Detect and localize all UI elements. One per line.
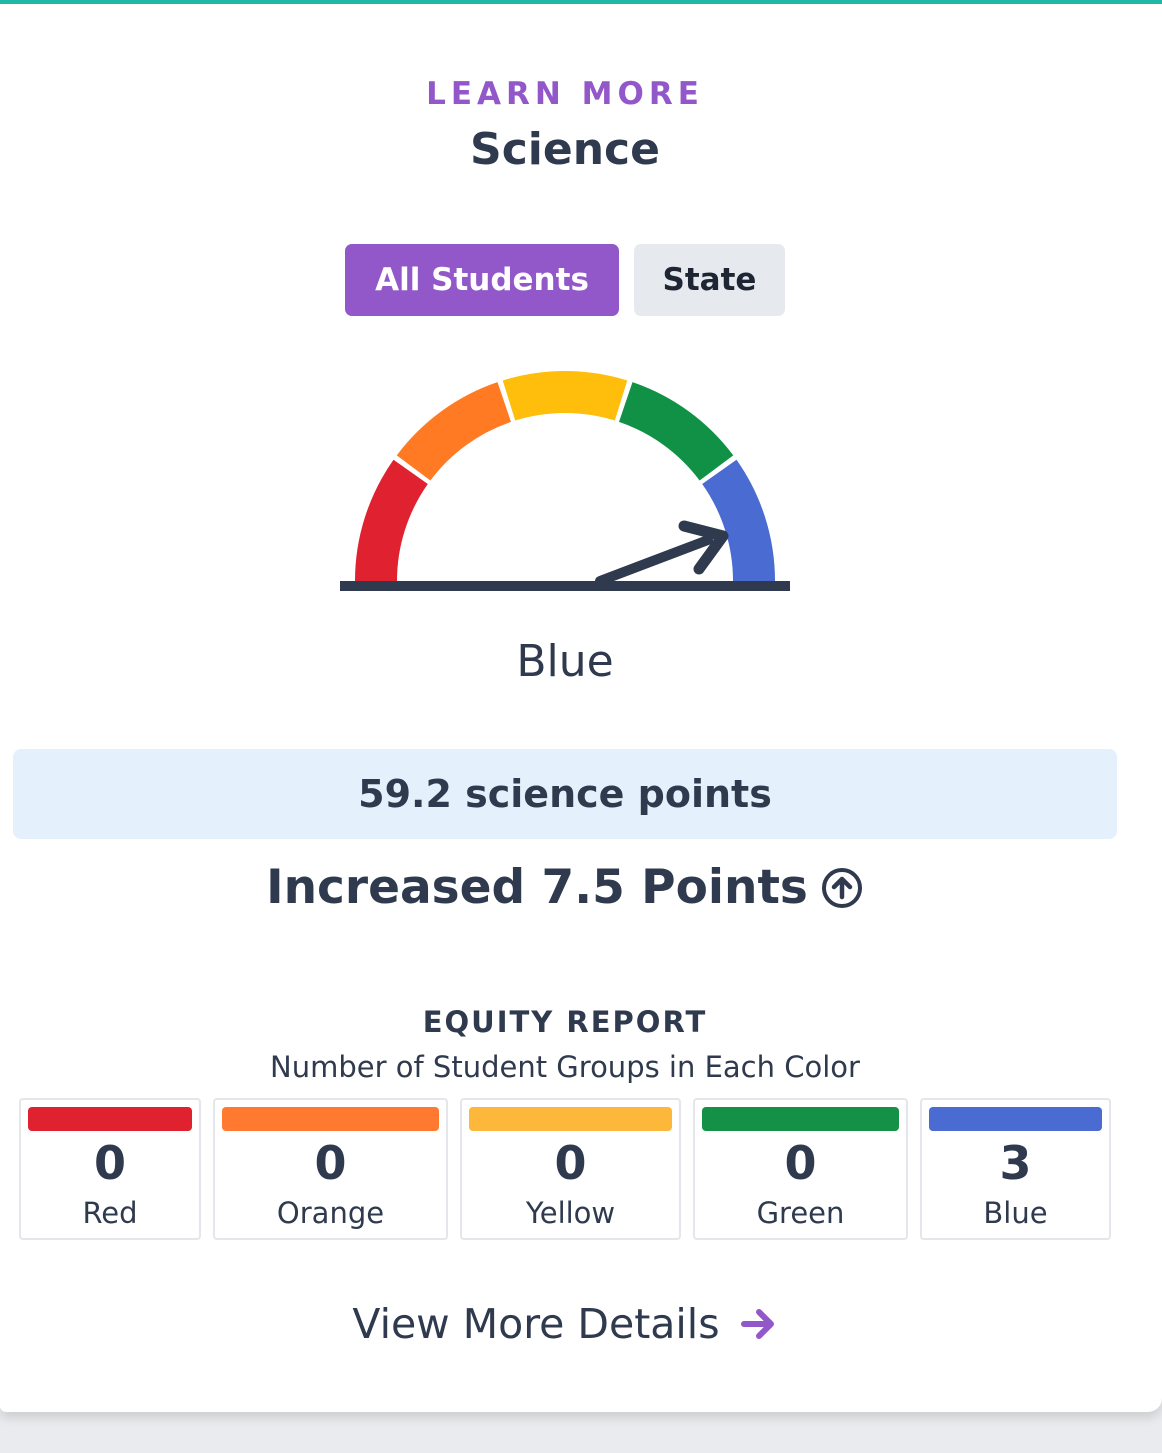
gauge-segment-red [355, 459, 428, 581]
group-color-name: Blue [983, 1196, 1048, 1230]
color-bar [28, 1107, 192, 1131]
view-more-details-label: View More Details [352, 1300, 720, 1348]
change-text: Increased 7.5 Points [266, 860, 808, 915]
group-color-name: Green [756, 1196, 845, 1230]
view-more-details-link[interactable]: View More Details [0, 1300, 1130, 1348]
gauge-segment-yellow [502, 371, 628, 421]
gauge-needle-icon [595, 520, 729, 586]
arrow-up-circle-icon [821, 867, 862, 908]
score-text: 59.2 science points [358, 772, 772, 816]
gauge-color-label: Blue [516, 636, 614, 687]
performance-gauge [340, 371, 790, 591]
learn-more-eyebrow: LEARN MORE [426, 76, 704, 112]
equity-box-orange: 0 Orange [213, 1098, 448, 1240]
equity-box-green: 0 Green [693, 1098, 908, 1240]
score-banner: 59.2 science points [13, 749, 1117, 839]
equity-report-subtitle: Number of Student Groups in Each Color [270, 1050, 860, 1084]
group-count: 3 [999, 1136, 1032, 1190]
equity-box-blue: 3 Blue [920, 1098, 1111, 1240]
arrow-right-icon [740, 1309, 774, 1339]
color-bar [222, 1107, 439, 1131]
color-bar [929, 1107, 1102, 1131]
equity-box-yellow: 0 Yellow [460, 1098, 681, 1240]
color-bar [469, 1107, 672, 1131]
color-bar [702, 1107, 899, 1131]
group-count: 0 [314, 1136, 347, 1190]
group-color-name: Red [82, 1196, 138, 1230]
gauge-segment-blue [702, 459, 775, 581]
all-students-toggle[interactable]: All Students [345, 244, 619, 316]
group-count: 0 [93, 1136, 126, 1190]
equity-report-title: EQUITY REPORT [422, 1005, 708, 1039]
gauge-segment-orange [396, 382, 511, 481]
equity-box-red: 0 Red [19, 1098, 201, 1240]
group-color-name: Orange [276, 1196, 385, 1230]
group-count: 0 [784, 1136, 817, 1190]
group-count: 0 [554, 1136, 587, 1190]
group-color-name: Yellow [525, 1196, 616, 1230]
state-toggle[interactable]: State [634, 244, 785, 316]
gauge-segment-green [619, 382, 734, 481]
science-card: LEARN MORE Science All Students State Bl… [0, 0, 1162, 1412]
card-title: Science [470, 124, 660, 175]
change-indicator: Increased 7.5 Points [0, 860, 1130, 915]
